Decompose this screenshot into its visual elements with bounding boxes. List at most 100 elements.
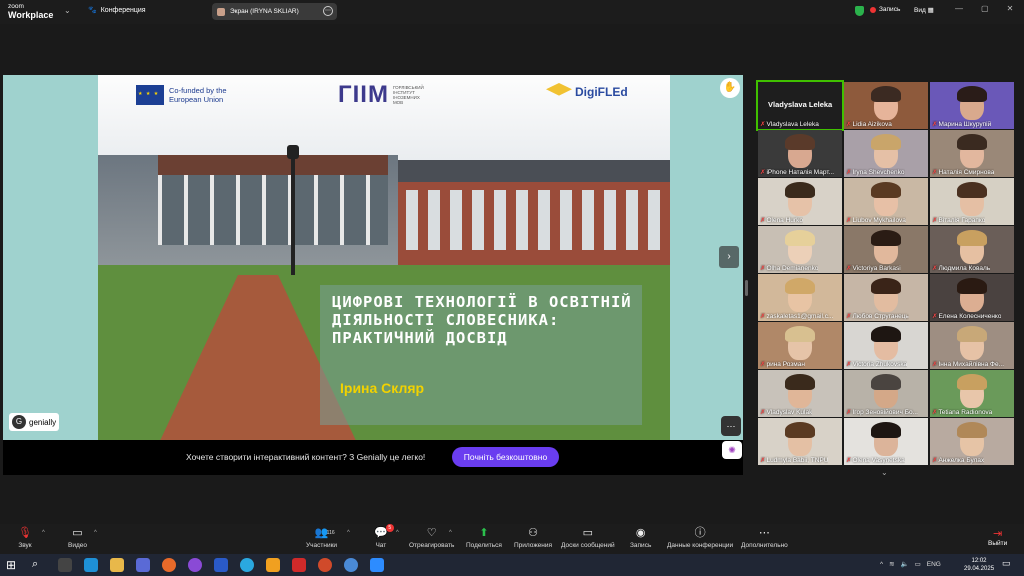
edge-icon[interactable] — [84, 558, 98, 572]
info-icon: ⓘ — [694, 527, 706, 539]
participants-button[interactable]: 👥 116 Участники — [306, 527, 337, 549]
powerpoint-icon[interactable] — [318, 558, 332, 572]
more-icon[interactable]: ⋯ — [323, 6, 333, 16]
search-icon[interactable]: ⌕ — [32, 558, 46, 572]
participants-label: Участники — [306, 542, 338, 549]
firefox-icon[interactable] — [162, 558, 176, 572]
telegram-icon[interactable] — [240, 558, 254, 572]
participant-name-text: Iryna Shevchenko — [852, 169, 905, 176]
record-button[interactable]: ◉ Запись — [630, 527, 651, 549]
participant-tile[interactable]: ✗Iryna Shevchenko — [844, 130, 928, 177]
record-label-toolbar: Запись — [630, 542, 652, 549]
eu-text-1: Co-funded by the — [169, 86, 227, 95]
video-options-icon[interactable]: ^ — [94, 530, 97, 536]
participant-name: ✗Vladyslava Leleka — [760, 120, 819, 128]
participant-name: ✗Елена Колесниченко — [932, 312, 1001, 320]
lamp-post — [287, 145, 299, 275]
react-options-icon[interactable]: ^ — [449, 530, 452, 536]
close-icon[interactable]: ✕ — [1007, 4, 1014, 13]
participant-tile[interactable]: ✗Tetiana Radionova — [930, 370, 1014, 417]
participant-tile[interactable]: ✗Vladyslava Leleka Vladyslava Leleka — [756, 80, 844, 131]
wifi-icon[interactable]: ≋ — [889, 560, 894, 568]
file-explorer-icon[interactable] — [110, 558, 124, 572]
chrome-icon[interactable] — [344, 558, 358, 572]
battery-icon[interactable]: ▭ — [915, 560, 921, 568]
gallery-scroll-down-icon[interactable]: ⌄ — [881, 468, 888, 477]
share-screen-icon: ⬆ — [479, 527, 489, 539]
record-indicator[interactable]: Запись — [870, 6, 900, 13]
word-icon[interactable] — [214, 558, 228, 572]
participant-name-text: Віталія Гарапко — [938, 217, 986, 224]
pdf-icon[interactable] — [292, 558, 306, 572]
store-icon[interactable] — [136, 558, 150, 572]
tray-chevron-icon[interactable]: ^ — [880, 561, 883, 568]
mic-muted-icon: ✗ — [846, 361, 852, 368]
participants-count: 116 — [326, 530, 335, 536]
participant-tile[interactable]: ✗Victoria Zhukovska — [844, 322, 928, 369]
screen-share-pill[interactable]: Экран (IRYNA SKLIAR) ⋯ — [212, 3, 337, 20]
participant-tile[interactable]: ✗рина Розман — [758, 322, 842, 369]
share-button[interactable]: ⬆ Поделиться — [466, 527, 502, 549]
apps-button[interactable]: ⚇ Приложения — [514, 527, 552, 549]
windows-start-icon[interactable]: ⊞ — [6, 558, 20, 572]
splitter-handle[interactable] — [745, 280, 748, 296]
shield-icon[interactable] — [855, 6, 864, 16]
chat-options-icon[interactable]: ^ — [396, 530, 399, 536]
video-label: Видео — [68, 542, 87, 549]
more-button[interactable]: ⋯ Дополнительно — [741, 527, 788, 549]
participant-tile[interactable]: ✗Інна Михайлівна Фе... — [930, 322, 1014, 369]
clock[interactable]: 12:02 29.04.2025 — [964, 557, 994, 573]
zoom-app-icon[interactable] — [370, 558, 384, 572]
participant-tile[interactable]: ✗zaskaletas1@gmail.c... — [758, 274, 842, 321]
start-free-button[interactable]: Почніть безкоштовно — [452, 447, 559, 467]
genially-brain-icon[interactable]: ✺ — [722, 441, 742, 459]
participant-tile[interactable]: ✗Анжелка Булах — [930, 418, 1014, 465]
participant-tile[interactable]: ✗Наталія Смирнова — [930, 130, 1014, 177]
next-arrow-icon[interactable]: › — [719, 246, 739, 268]
participant-tile[interactable]: ✗Любов Струганець — [844, 274, 928, 321]
participant-tile[interactable]: ✗iPhone Наталія Март... — [758, 130, 842, 177]
people-icon: 👥 116 — [314, 527, 335, 539]
volume-icon[interactable]: 🔈 — [901, 560, 909, 568]
participant-tile[interactable]: ✗Ігор Зеновійович Бо... — [844, 370, 928, 417]
participant-tile[interactable]: ✗Olha Demianenko — [758, 226, 842, 273]
language-indicator[interactable]: ENG — [927, 561, 941, 568]
participant-tile[interactable]: ✗Віталія Гарапко — [930, 178, 1014, 225]
participant-tile[interactable]: ✗Vladyslav Kulak — [758, 370, 842, 417]
whiteboards-button[interactable]: ▭ Доски сообщений — [561, 527, 615, 549]
participant-tile[interactable]: ✗Людмила Коваль — [930, 226, 1014, 273]
audio-button[interactable]: 🎙 Звук — [18, 527, 32, 549]
react-button[interactable]: ♡ Отреагировать — [409, 527, 454, 549]
participant-tile[interactable]: ✗Liubov Mykhailova — [844, 178, 928, 225]
leave-button[interactable]: ⇥ Выйти — [988, 527, 1007, 547]
more-options-icon[interactable]: ⋯ — [721, 416, 741, 436]
minimize-icon[interactable]: — — [955, 4, 963, 13]
meeting-info-button[interactable]: ⓘ Данные конференции — [667, 527, 733, 549]
viber-icon[interactable] — [188, 558, 202, 572]
task-view-icon[interactable] — [58, 558, 72, 572]
participant-tile[interactable]: ✗Olena Hurko — [758, 178, 842, 225]
participant-tile[interactable]: ✗Марина Шкурупій — [930, 82, 1014, 129]
heart-icon: ♡ — [426, 527, 437, 539]
participant-tile[interactable]: ✗Lidia Aizikova — [844, 82, 928, 129]
chat-button[interactable]: 💬 5 Чат — [374, 524, 394, 549]
audio-label: Звук — [18, 542, 32, 549]
participant-tile[interactable]: ✗Olena Vasynetska — [844, 418, 928, 465]
mic-muted-icon: ✗ — [846, 169, 852, 176]
chevron-down-icon[interactable]: ⌄ — [64, 6, 71, 15]
video-button[interactable]: ▭ Видео — [68, 527, 87, 549]
conference-menu[interactable]: 🐾 Конференция — [88, 6, 146, 15]
maximize-icon[interactable]: ▢ — [981, 4, 989, 13]
sticky-app-icon[interactable] — [266, 558, 280, 572]
participant-tile[interactable]: ✗Victoriya Barkasi — [844, 226, 928, 273]
hand-icon[interactable]: ✋ — [720, 78, 740, 98]
audio-options-icon[interactable]: ^ — [42, 530, 45, 536]
participant-tile[interactable]: ✗Ludmyla Babii, TNPU — [758, 418, 842, 465]
presentation-slide: Co-funded by theEuropean Union ГІІМ ГОРЛ… — [98, 75, 670, 440]
notifications-icon[interactable]: ▭ — [1002, 558, 1016, 572]
participant-tile[interactable]: ✗Елена Колесниченко — [930, 274, 1014, 321]
view-button[interactable]: Вид ▦ — [914, 6, 934, 14]
participants-options-icon[interactable]: ^ — [347, 530, 350, 536]
participant-hair — [785, 326, 815, 342]
genially-badge[interactable]: G genially — [9, 413, 60, 431]
